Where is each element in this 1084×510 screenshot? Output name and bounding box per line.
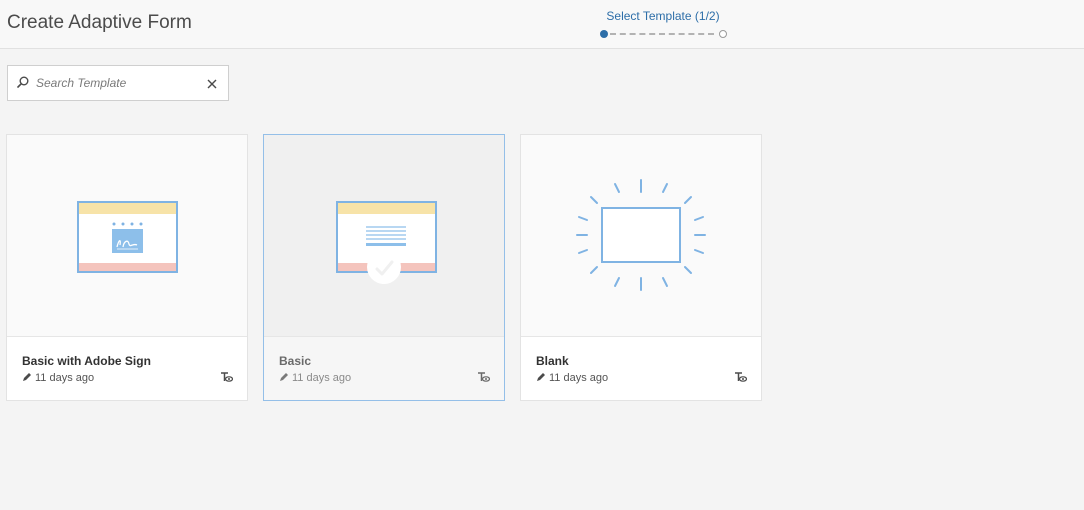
search-box <box>7 65 229 101</box>
card-thumbnail <box>264 135 504 337</box>
card-modified: 11 days ago <box>279 372 351 384</box>
template-card-basic[interactable]: Basic 11 days ago <box>263 134 505 401</box>
close-icon[interactable] <box>207 79 217 89</box>
check-icon <box>367 250 401 284</box>
template-preview-icon[interactable] <box>734 371 747 383</box>
card-footer: Blank 11 days ago <box>521 337 761 400</box>
pencil-icon <box>537 373 545 381</box>
wizard-progress <box>600 30 727 38</box>
step-2-dot[interactable] <box>719 30 727 38</box>
pencil-icon <box>280 373 288 381</box>
card-title: Basic with Adobe Sign <box>22 354 151 368</box>
card-thumbnail <box>521 135 761 337</box>
card-title: Blank <box>536 354 569 368</box>
adobe-sign-form-icon <box>77 201 178 273</box>
step-1-dot[interactable] <box>600 30 608 38</box>
search-icon <box>17 76 29 88</box>
header-bar: Create Adaptive Form Select Template (1/… <box>0 0 1084 49</box>
modified-text: 11 days ago <box>549 372 609 384</box>
blank-form-icon <box>576 179 706 291</box>
template-card-blank[interactable]: Blank 11 days ago <box>520 134 762 401</box>
search-input[interactable] <box>36 74 196 92</box>
wizard-steps: Select Template (1/2) <box>592 8 738 40</box>
basic-form-icon <box>336 201 437 273</box>
card-footer: Basic 11 days ago <box>264 337 504 400</box>
card-modified: 11 days ago <box>536 372 608 384</box>
pencil-icon <box>23 373 31 381</box>
card-footer: Basic with Adobe Sign 11 days ago <box>7 337 247 400</box>
template-preview-icon[interactable] <box>220 371 233 383</box>
template-preview-icon[interactable] <box>477 371 490 383</box>
wizard-step-label: Select Template (1/2) <box>606 9 720 23</box>
card-thumbnail <box>7 135 247 337</box>
modified-text: 11 days ago <box>35 372 95 384</box>
card-title: Basic <box>279 354 312 368</box>
step-connector <box>610 33 714 35</box>
modified-text: 11 days ago <box>292 372 352 384</box>
template-card-basic-with-adobe-sign[interactable]: Basic with Adobe Sign 11 days ago <box>6 134 248 401</box>
card-modified: 11 days ago <box>22 372 94 384</box>
page-title: Create Adaptive Form <box>7 12 192 33</box>
